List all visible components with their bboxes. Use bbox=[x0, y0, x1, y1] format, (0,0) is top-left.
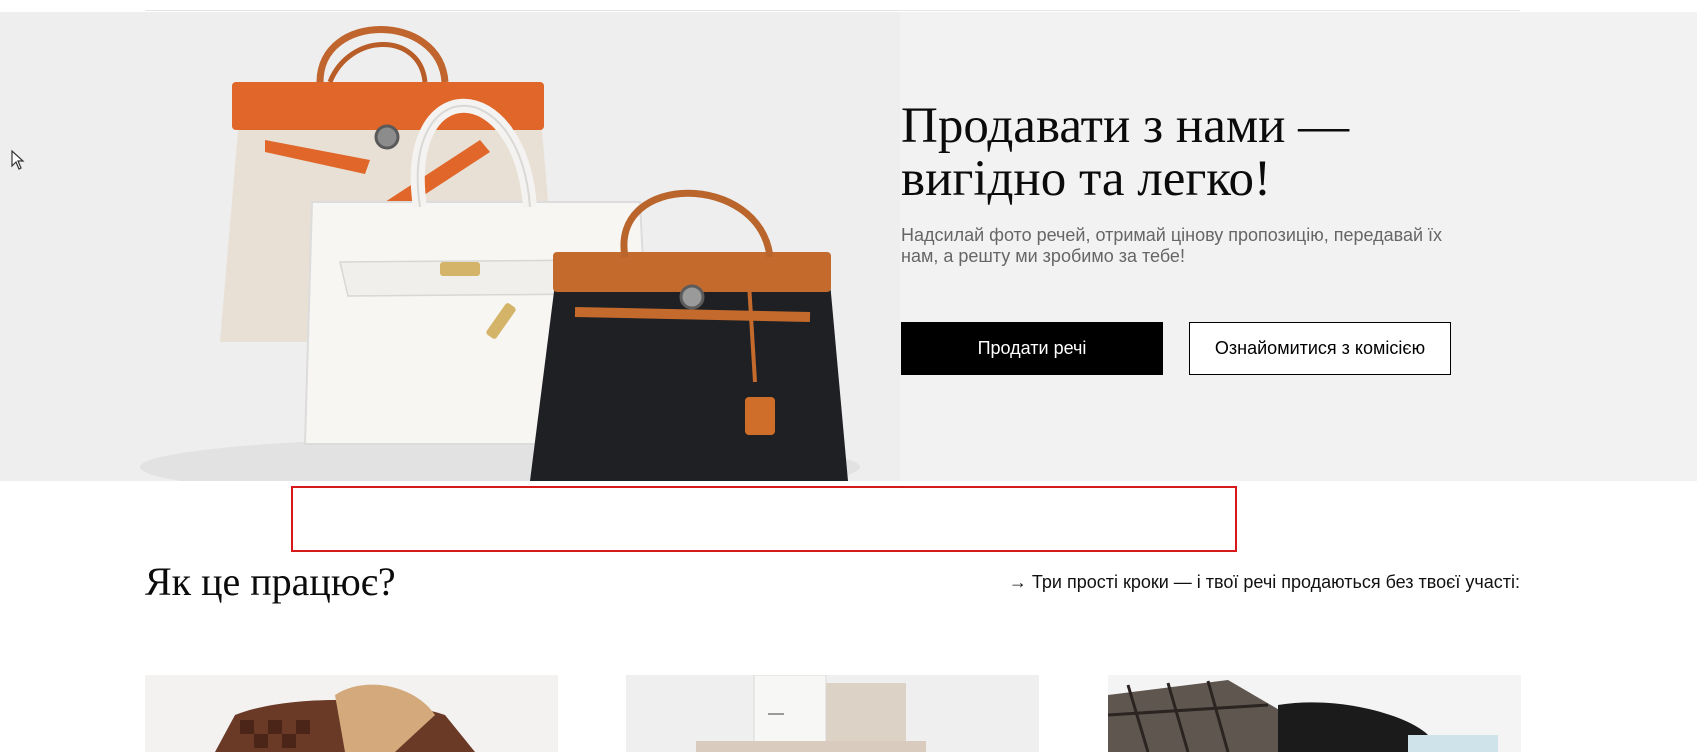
highlight-box bbox=[291, 486, 1237, 552]
step-card-2[interactable] bbox=[626, 675, 1039, 752]
step-card-1[interactable] bbox=[145, 675, 558, 752]
how-it-works-title: Як це працює? bbox=[145, 559, 396, 604]
how-it-works-note: → Три прості кроки — і твої речі продают… bbox=[1008, 572, 1520, 592]
hero-subtitle: Надсилай фото речей, отримай цінову проп… bbox=[901, 225, 1443, 266]
bag-with-gloves-icon bbox=[145, 675, 558, 752]
view-commission-button[interactable]: Ознайомитися з комісією bbox=[1189, 322, 1451, 375]
mouse-cursor-icon bbox=[11, 149, 25, 175]
top-divider bbox=[145, 10, 1520, 11]
hero-section: Продавати з нами — вигідно та легко! Над… bbox=[0, 12, 1697, 481]
hand-with-card-icon bbox=[1108, 675, 1521, 752]
step-card-3[interactable] bbox=[1108, 675, 1521, 752]
hero-handbags-image bbox=[0, 12, 900, 481]
hero-title: Продавати з нами — вигідно та легко! bbox=[901, 98, 1350, 207]
parcel-boxes-icon bbox=[626, 675, 1039, 752]
sell-items-button[interactable]: Продати речі bbox=[901, 322, 1163, 375]
